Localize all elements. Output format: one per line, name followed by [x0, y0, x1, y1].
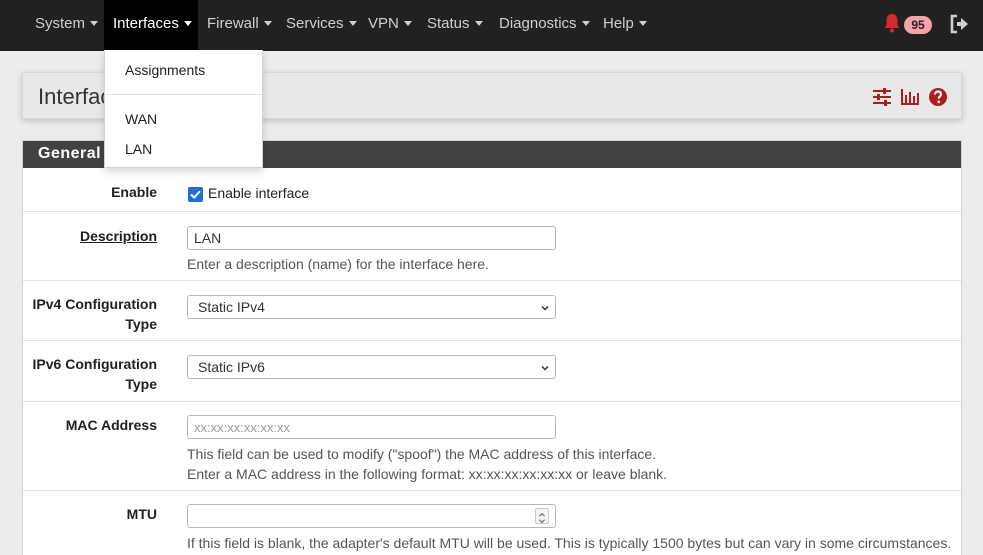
check-icon [190, 190, 201, 199]
description-label[interactable]: Description [80, 226, 157, 246]
row-mac-address: MAC Address xx:xx:xx:xx:xx:xx This field… [23, 402, 961, 491]
help-circle-icon[interactable] [928, 87, 948, 107]
mac-address-help-1: This field can be used to modify ("spoof… [187, 446, 657, 462]
nav-system-label: System [35, 15, 86, 32]
enable-label: Enable [111, 184, 157, 200]
caret-down-icon [638, 20, 647, 26]
caret-down-icon [474, 20, 483, 26]
ipv4-type-label-line1: IPv4 Configuration [32, 296, 157, 312]
ipv6-type-value: Static IPv6 [198, 359, 265, 375]
nav-status-label: Status [427, 15, 470, 32]
nav-firewall-label: Firewall [207, 15, 259, 32]
nav-firewall[interactable]: Firewall [207, 0, 272, 51]
nav-diagnostics[interactable]: Diagnostics [499, 0, 590, 51]
spinner-arrows-icon [539, 512, 545, 524]
chevron-down-icon [541, 365, 549, 371]
nav-services-label: Services [286, 15, 344, 32]
mac-address-label: MAC Address [65, 417, 157, 433]
mac-address-help-2: Enter a MAC address in the following for… [187, 466, 668, 482]
enable-checkbox-label[interactable]: Enable interface [208, 185, 309, 201]
panel-title: General [38, 145, 102, 162]
mtu-label: MTU [126, 506, 157, 522]
caret-down-icon [90, 20, 99, 26]
nav-status[interactable]: Status [427, 0, 483, 51]
nav-interfaces[interactable]: Interfaces [104, 0, 198, 51]
row-enable: Enable Enable interface [23, 168, 961, 212]
mtu-help: If this field is blank, the adapter's de… [187, 535, 952, 551]
nav-services[interactable]: Services [286, 0, 357, 51]
menu-item-assignments[interactable]: Assignments [125, 62, 205, 78]
nav-help-label: Help [603, 15, 634, 32]
menu-divider [105, 94, 262, 95]
row-description: Description LAN Enter a description (nam… [23, 212, 961, 281]
row-ipv6-type: IPv6 Configuration Type Static IPv6 [23, 341, 961, 402]
general-panel: General Enable Enable interface Descript… [22, 140, 962, 555]
ipv4-type-label-line2: Type [125, 316, 157, 332]
bell-icon[interactable] [883, 13, 901, 33]
number-spinner[interactable] [535, 508, 549, 524]
caret-down-icon [183, 20, 192, 26]
logout-icon[interactable] [949, 14, 969, 34]
interfaces-dropdown-menu: Assignments WAN LAN [104, 50, 263, 168]
ipv6-type-label-line2: Type [125, 376, 157, 392]
mac-address-placeholder: xx:xx:xx:xx:xx:xx [194, 420, 291, 435]
nav-system[interactable]: System [35, 0, 99, 51]
caret-down-icon [581, 20, 590, 26]
row-ipv4-type: IPv4 Configuration Type Static IPv4 [23, 281, 961, 341]
caret-down-icon [263, 20, 272, 26]
caret-down-icon [348, 20, 357, 26]
notification-badge[interactable]: 95 [904, 16, 932, 34]
mac-address-input[interactable]: xx:xx:xx:xx:xx:xx [187, 415, 556, 439]
nav-vpn[interactable]: VPN [368, 0, 412, 51]
nav-diagnostics-label: Diagnostics [499, 15, 577, 32]
description-help: Enter a description (name) for the inter… [187, 256, 489, 272]
row-mtu: MTU If this field is blank, the adapter'… [23, 491, 961, 555]
top-navbar: System Interfaces Firewall Services VPN … [0, 0, 983, 51]
sliders-icon[interactable] [872, 87, 892, 107]
menu-item-wan[interactable]: WAN [125, 111, 157, 127]
enable-checkbox[interactable] [188, 187, 203, 202]
description-input[interactable]: LAN [187, 226, 556, 250]
ipv4-type-select[interactable]: Static IPv4 [187, 295, 556, 319]
nav-help[interactable]: Help [603, 0, 647, 51]
description-value: LAN [194, 230, 222, 246]
bar-chart-icon[interactable] [900, 87, 920, 107]
page-title: Interfac [38, 84, 112, 109]
ipv6-type-label-line1: IPv6 Configuration [32, 356, 157, 372]
nav-interfaces-label: Interfaces [113, 15, 179, 32]
ipv4-type-value: Static IPv4 [198, 299, 265, 315]
mtu-input[interactable] [187, 504, 556, 528]
ipv4-type-label: IPv4 Configuration Type [33, 294, 157, 334]
menu-item-lan[interactable]: LAN [125, 141, 152, 157]
ipv6-type-select[interactable]: Static IPv6 [187, 355, 556, 379]
nav-vpn-label: VPN [368, 15, 399, 32]
ipv6-type-label: IPv6 Configuration Type [33, 354, 157, 394]
caret-down-icon [403, 20, 412, 26]
chevron-down-icon [541, 305, 549, 311]
